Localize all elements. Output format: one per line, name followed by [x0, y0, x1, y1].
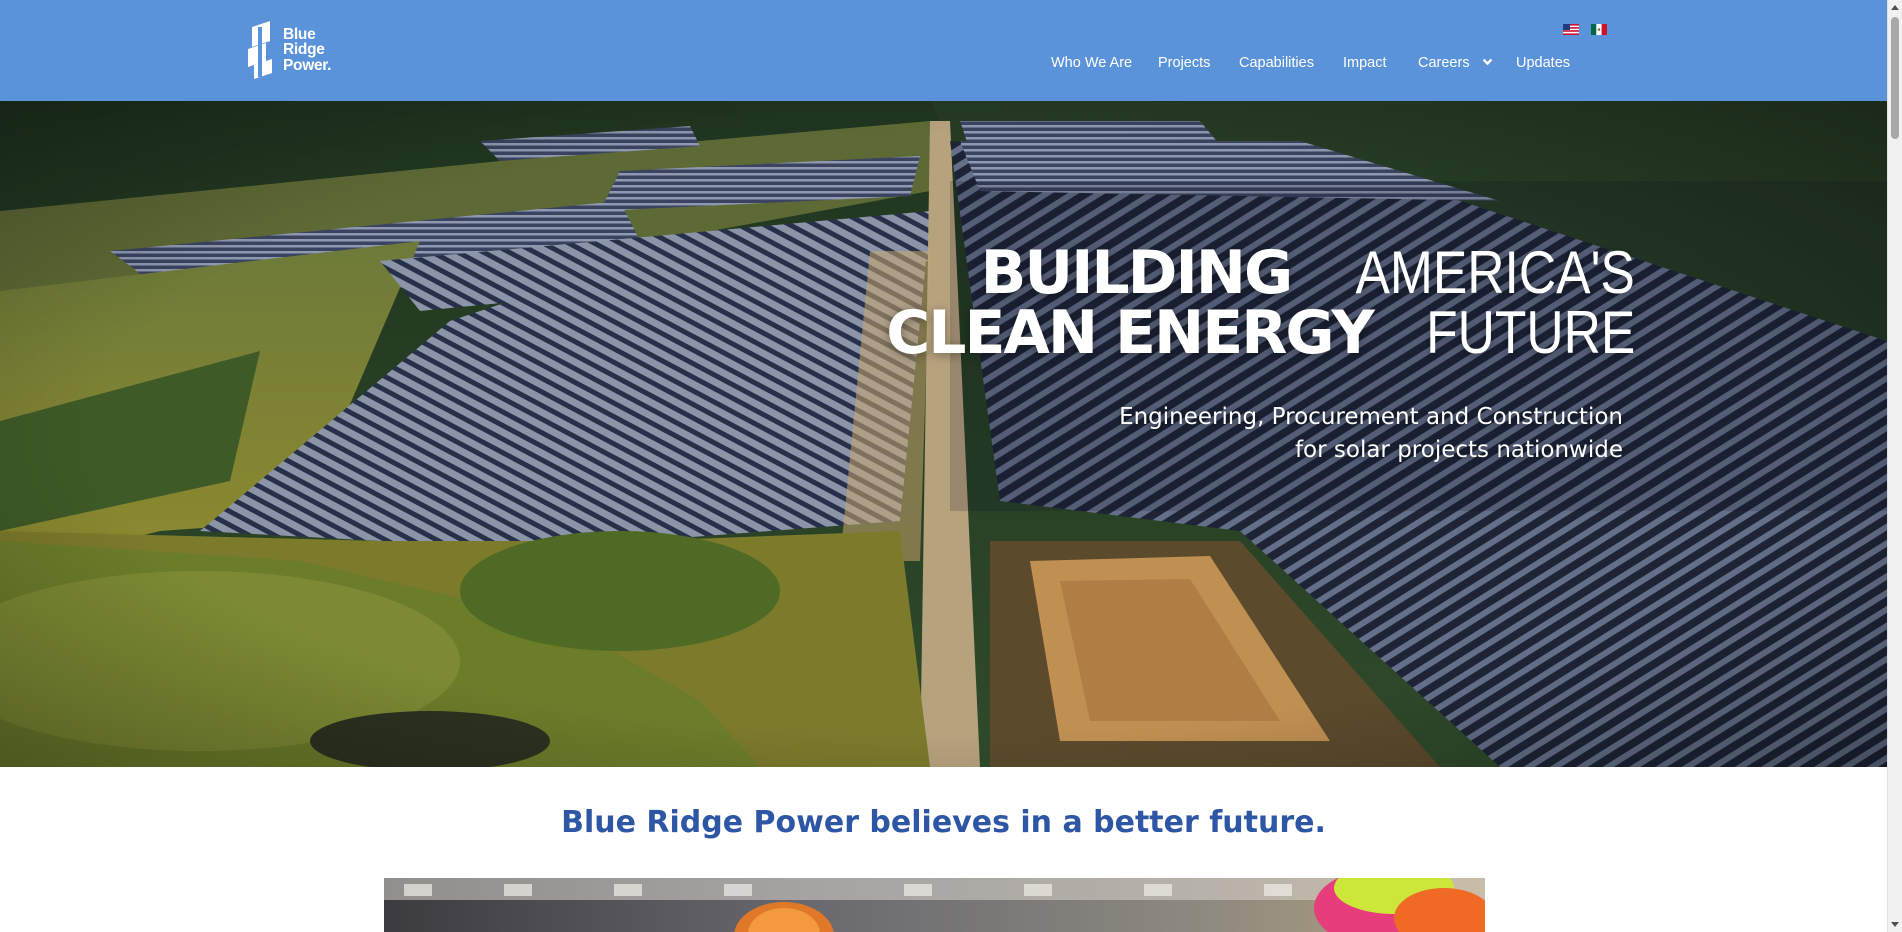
- nav-capabilities[interactable]: Capabilities: [1239, 53, 1314, 73]
- scrollbar-thumb[interactable]: [1891, 17, 1899, 139]
- hero-title-line-1: BUILDING AMERICA'S: [886, 239, 1635, 306]
- scroll-up-arrow-icon[interactable]: [1891, 5, 1899, 10]
- nav-careers[interactable]: Careers: [1418, 53, 1493, 73]
- hero-title-clean-energy: CLEAN ENERGY: [886, 298, 1375, 368]
- hero-subtitle-line-1: Engineering, Procurement and Constructio…: [1119, 404, 1623, 430]
- hero-section: BUILDING AMERICA'S CLEAN ENERGY FUTURE E…: [0, 101, 1887, 767]
- logo-wordmark: Blue Ridge Power.: [283, 27, 331, 74]
- intro-heading: Blue Ridge Power believes in a better fu…: [561, 805, 1326, 840]
- logo-mark-icon: [248, 21, 272, 79]
- mexico-flag-icon[interactable]: [1591, 24, 1607, 35]
- us-flag-icon[interactable]: [1563, 24, 1579, 35]
- site-header: Blue Ridge Power. Who We Are Projects Ca…: [0, 0, 1887, 101]
- nav-updates[interactable]: Updates: [1516, 53, 1570, 73]
- hero-subtitle: Engineering, Procurement and Constructio…: [1119, 401, 1623, 467]
- logo-line-3: Power.: [283, 56, 332, 74]
- hero-title: BUILDING AMERICA'S CLEAN ENERGY FUTURE: [886, 239, 1635, 366]
- logo-line-2: Ridge: [283, 41, 325, 59]
- scroll-down-arrow-icon[interactable]: [1891, 922, 1899, 927]
- nav-careers-label: Careers: [1418, 55, 1470, 71]
- chevron-down-icon: [1482, 58, 1492, 66]
- page-scrollbar[interactable]: [1887, 0, 1902, 932]
- feature-photo-graphic: [384, 878, 1485, 932]
- nav-who-we-are[interactable]: Who We Are: [1051, 53, 1132, 73]
- hero-subtitle-line-2: for solar projects nationwide: [1294, 437, 1623, 463]
- blue-ridge-power-logo[interactable]: Blue Ridge Power.: [244, 20, 350, 80]
- page: Blue Ridge Power. Who We Are Projects Ca…: [0, 0, 1902, 932]
- workers-in-hard-hats-photo: [384, 878, 1485, 932]
- hero-title-line-2: CLEAN ENERGY FUTURE: [886, 299, 1635, 366]
- logo-line-1: Blue: [283, 25, 316, 43]
- hero-title-americas: AMERICA'S: [1355, 239, 1635, 306]
- hero-title-future: FUTURE: [1425, 299, 1635, 366]
- nav-impact[interactable]: Impact: [1343, 53, 1387, 73]
- nav-projects[interactable]: Projects: [1158, 53, 1210, 73]
